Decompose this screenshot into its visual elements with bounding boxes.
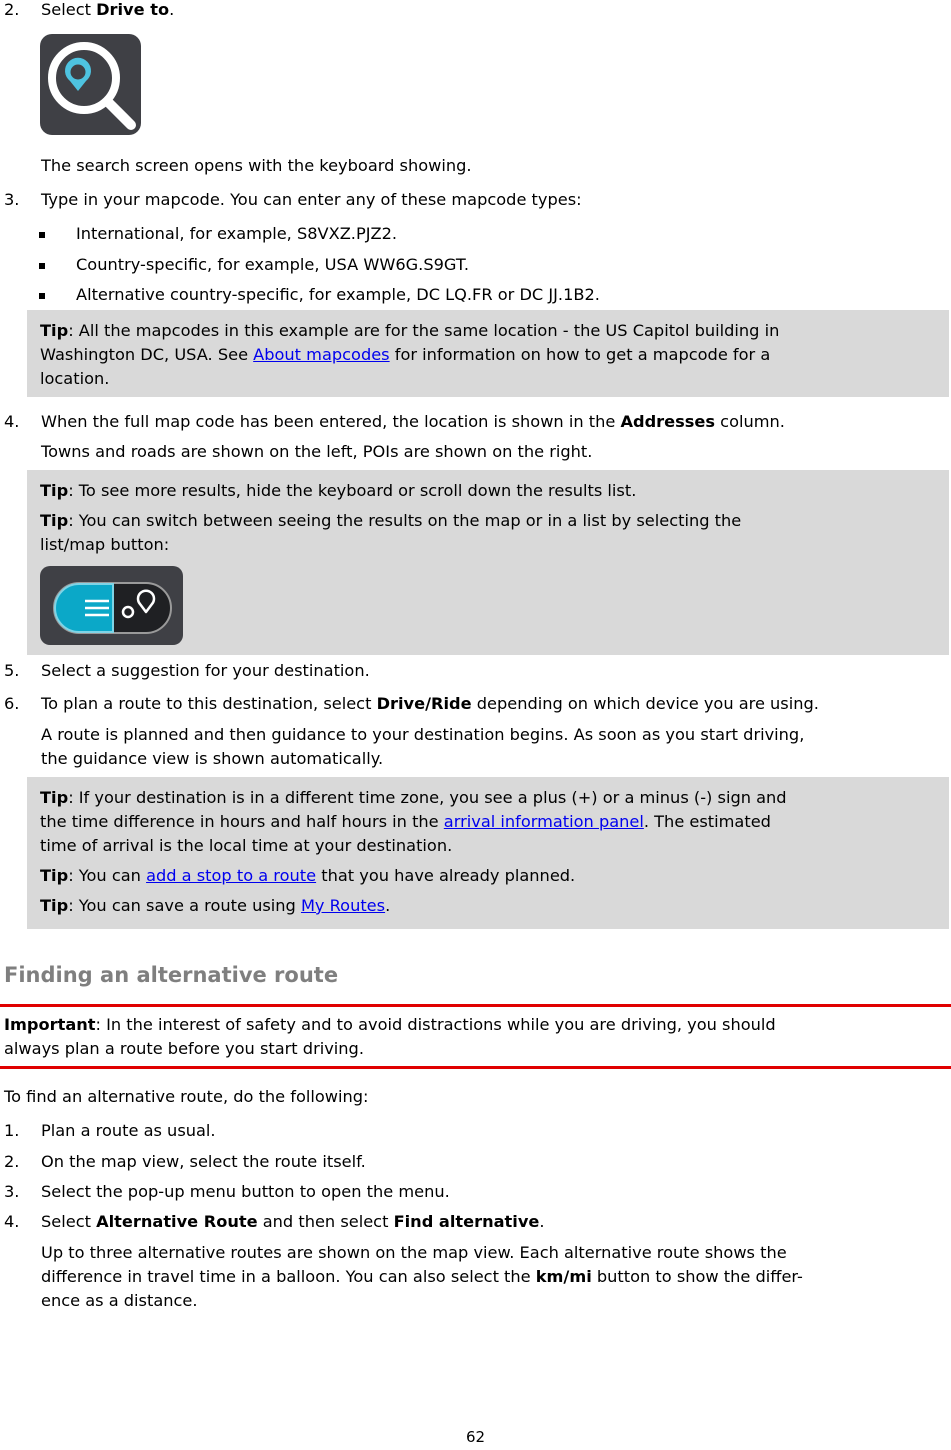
step-number: 3. bbox=[4, 1182, 20, 1201]
step-number: 4. bbox=[4, 1212, 20, 1231]
ui-term: km/mi bbox=[535, 1267, 592, 1286]
important-rule-top bbox=[0, 1004, 951, 1007]
alt-step-result: Up to three alternative routes are shown… bbox=[41, 1243, 787, 1262]
about-mapcodes-link[interactable]: About mapcodes bbox=[253, 345, 389, 364]
tip-line: Tip: You can switch between seeing the r… bbox=[40, 511, 742, 530]
tip-box: Tip: To see more results, hide the keybo… bbox=[27, 470, 949, 655]
mapcode-type-item: International, for example, S8VXZ.PJZ2. bbox=[76, 224, 398, 243]
step-number: 2. bbox=[4, 1152, 20, 1171]
ui-term: Drive/Ride bbox=[376, 694, 472, 713]
tip-line: Tip: To see more results, hide the keybo… bbox=[40, 481, 637, 500]
section-intro: To find an alternative route, do the fol… bbox=[4, 1087, 369, 1106]
step-3-text: Type in your mapcode. You can enter any … bbox=[41, 190, 582, 209]
alt-step-text: On the map view, select the route itself… bbox=[41, 1152, 366, 1171]
step-number: 3. bbox=[4, 190, 20, 209]
important-rule-bottom bbox=[0, 1066, 951, 1069]
my-routes-link[interactable]: My Routes bbox=[301, 896, 385, 915]
alt-step-result: difference in travel time in a balloon. … bbox=[41, 1267, 803, 1286]
ui-term: Find alternative bbox=[393, 1212, 540, 1231]
tip-line: Tip: If your destination is in a differe… bbox=[40, 788, 787, 807]
step-4-result: Towns and roads are shown on the left, P… bbox=[41, 442, 593, 461]
step-2-result: The search screen opens with the keyboar… bbox=[41, 156, 472, 175]
tip-line: Tip: You can add a stop to a route that … bbox=[40, 866, 576, 885]
tip-line: time of arrival is the local time at you… bbox=[40, 836, 453, 855]
tip-line: Tip: You can save a route using My Route… bbox=[40, 896, 391, 915]
section-heading: Finding an alternative route bbox=[4, 963, 339, 987]
alt-step-text: Select the pop-up menu button to open th… bbox=[41, 1182, 450, 1201]
ui-term: Drive to bbox=[96, 0, 170, 19]
arrival-information-panel-link[interactable]: arrival information panel bbox=[444, 812, 644, 831]
tip-line: Tip: All the mapcodes in this example ar… bbox=[40, 321, 780, 340]
step-number: 1. bbox=[4, 1121, 20, 1140]
ui-term: Addresses bbox=[620, 412, 716, 431]
alt-step-text: Plan a route as usual. bbox=[41, 1121, 216, 1140]
tip-box: Tip: If your destination is in a differe… bbox=[27, 777, 949, 929]
alt-step-result: ence as a distance. bbox=[41, 1291, 198, 1310]
tip-line: Washington DC, USA. See About mapcodes f… bbox=[40, 345, 771, 364]
ui-term: Alternative Route bbox=[96, 1212, 258, 1231]
mapcode-type-item: Country-specific, for example, USA WW6G.… bbox=[76, 255, 469, 274]
bullet-icon bbox=[39, 232, 45, 238]
drive-to-search-icon bbox=[40, 34, 141, 135]
tip-line: the time difference in hours and half ho… bbox=[40, 812, 771, 831]
tip-box: Tip: All the mapcodes in this example ar… bbox=[27, 310, 949, 397]
tip-line: location. bbox=[40, 369, 110, 388]
step-number: 2. bbox=[4, 0, 20, 19]
bullet-icon bbox=[39, 263, 45, 269]
step-2-text: Select Drive to. bbox=[41, 0, 175, 19]
step-4-text: When the full map code has been entered,… bbox=[41, 412, 785, 431]
mapcode-type-item: Alternative country-specific, for exampl… bbox=[76, 285, 600, 304]
tip-line: list/map button: bbox=[40, 535, 170, 554]
step-6-result: A route is planned and then guidance to … bbox=[41, 725, 805, 744]
step-number: 5. bbox=[4, 661, 20, 680]
step-number: 6. bbox=[4, 694, 20, 713]
step-6-text: To plan a route to this destination, sel… bbox=[41, 694, 819, 713]
step-number: 4. bbox=[4, 412, 20, 431]
add-stop-link[interactable]: add a stop to a route bbox=[146, 866, 316, 885]
alt-step-text: Select Alternative Route and then select… bbox=[41, 1212, 545, 1231]
list-map-toggle-icon bbox=[40, 566, 183, 645]
important-note: always plan a route before you start dri… bbox=[4, 1039, 364, 1058]
step-6-result: the guidance view is shown automatically… bbox=[41, 749, 384, 768]
important-note: Important: In the interest of safety and… bbox=[4, 1015, 776, 1034]
step-5-text: Select a suggestion for your destination… bbox=[41, 661, 370, 680]
page-number: 62 bbox=[465, 1428, 486, 1446]
bullet-icon bbox=[39, 293, 45, 299]
